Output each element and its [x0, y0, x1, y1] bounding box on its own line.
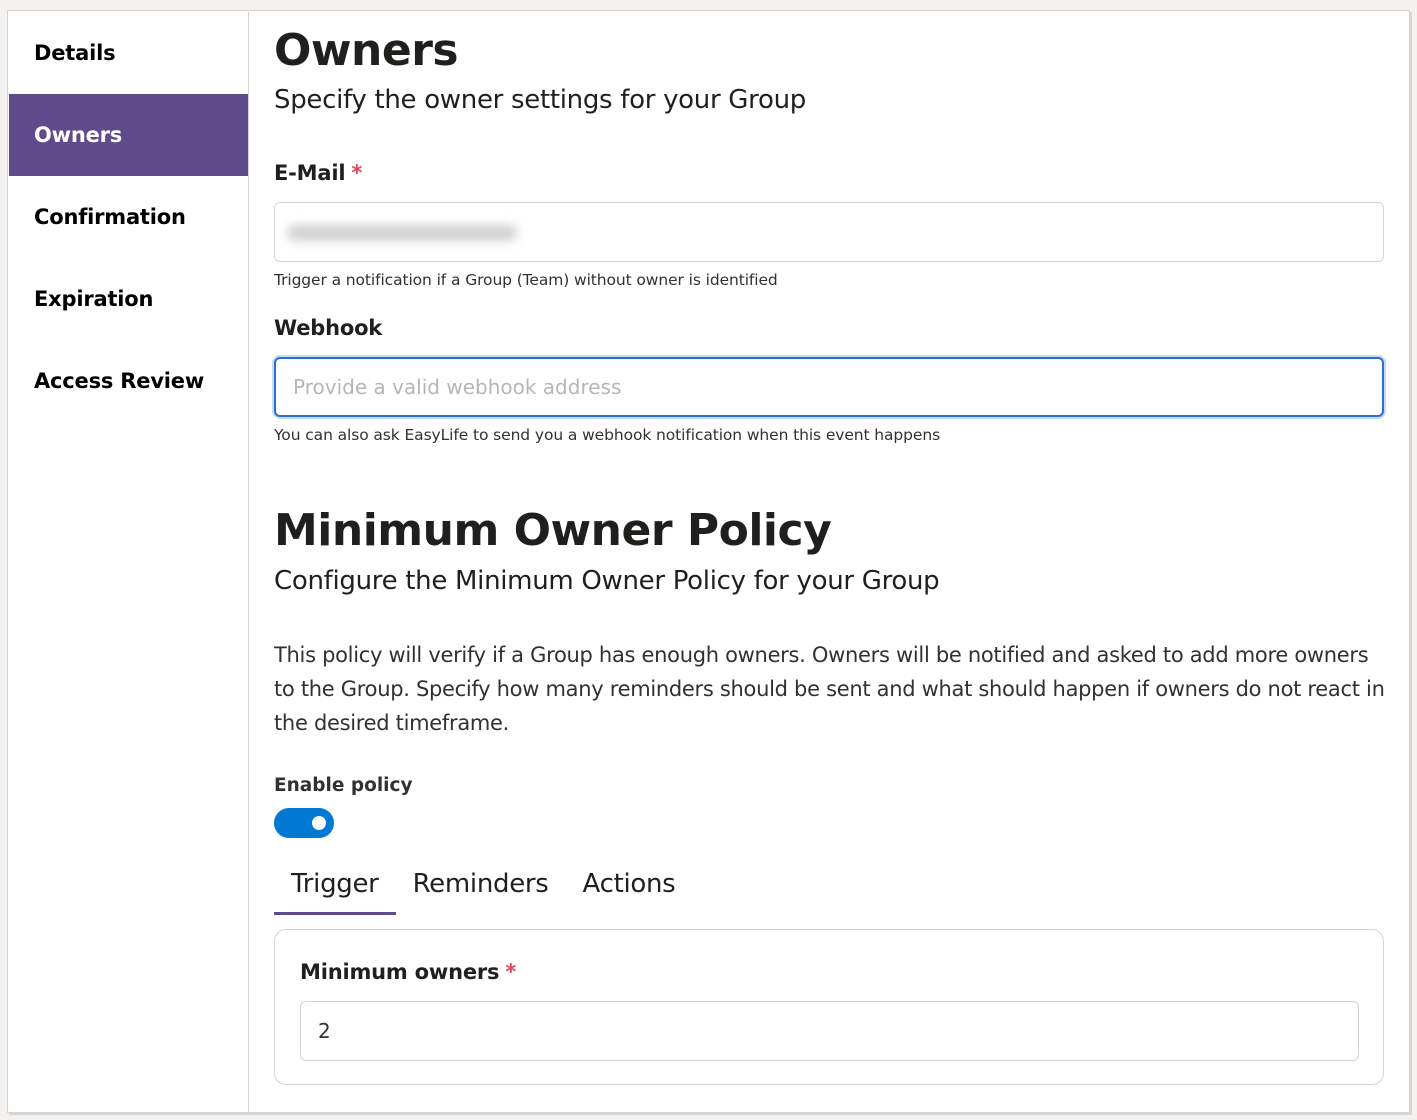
- settings-window: Details Owners Confirmation Expiration A…: [7, 10, 1410, 1113]
- trigger-tab-panel: Minimum owners *: [274, 929, 1384, 1085]
- policy-subtitle: Configure the Minimum Owner Policy for y…: [274, 566, 940, 596]
- sidebar-item-expiration[interactable]: Expiration: [9, 258, 248, 340]
- sidebar-item-owners[interactable]: Owners: [9, 94, 248, 176]
- page-title: Owners: [274, 25, 459, 76]
- policy-title: Minimum Owner Policy: [274, 505, 832, 556]
- tab-trigger[interactable]: Trigger: [274, 861, 396, 915]
- webhook-label: Webhook: [274, 316, 383, 340]
- enable-policy-toggle[interactable]: [274, 808, 334, 838]
- policy-description: This policy will verify if a Group has e…: [274, 643, 1385, 735]
- minimum-owners-input[interactable]: [300, 1001, 1359, 1061]
- sidebar-item-access-review[interactable]: Access Review: [9, 340, 248, 422]
- sidebar-item-confirmation[interactable]: Confirmation: [9, 176, 248, 258]
- email-label: E-Mail *: [274, 161, 362, 185]
- redacted-email-value: [287, 225, 517, 241]
- email-label-text: E-Mail: [274, 161, 346, 185]
- sidebar-item-details[interactable]: Details: [9, 12, 248, 94]
- tab-reminders[interactable]: Reminders: [396, 861, 566, 915]
- enable-policy-label: Enable policy: [274, 775, 413, 796]
- webhook-hint: You can also ask EasyLife to send you a …: [274, 426, 941, 444]
- minimum-owners-label: Minimum owners *: [300, 960, 516, 984]
- sidebar-nav: Details Owners Confirmation Expiration A…: [9, 12, 249, 1112]
- email-field[interactable]: [274, 202, 1384, 262]
- required-asterisk: *: [505, 960, 517, 984]
- webhook-input[interactable]: [274, 357, 1384, 417]
- email-hint: Trigger a notification if a Group (Team)…: [274, 271, 778, 289]
- policy-tabs: Trigger Reminders Actions: [274, 861, 692, 917]
- minimum-owners-label-text: Minimum owners: [300, 960, 500, 984]
- page-subtitle: Specify the owner settings for your Grou…: [274, 85, 806, 115]
- toggle-knob: [312, 816, 326, 830]
- required-asterisk: *: [351, 161, 363, 185]
- tab-actions[interactable]: Actions: [566, 861, 693, 915]
